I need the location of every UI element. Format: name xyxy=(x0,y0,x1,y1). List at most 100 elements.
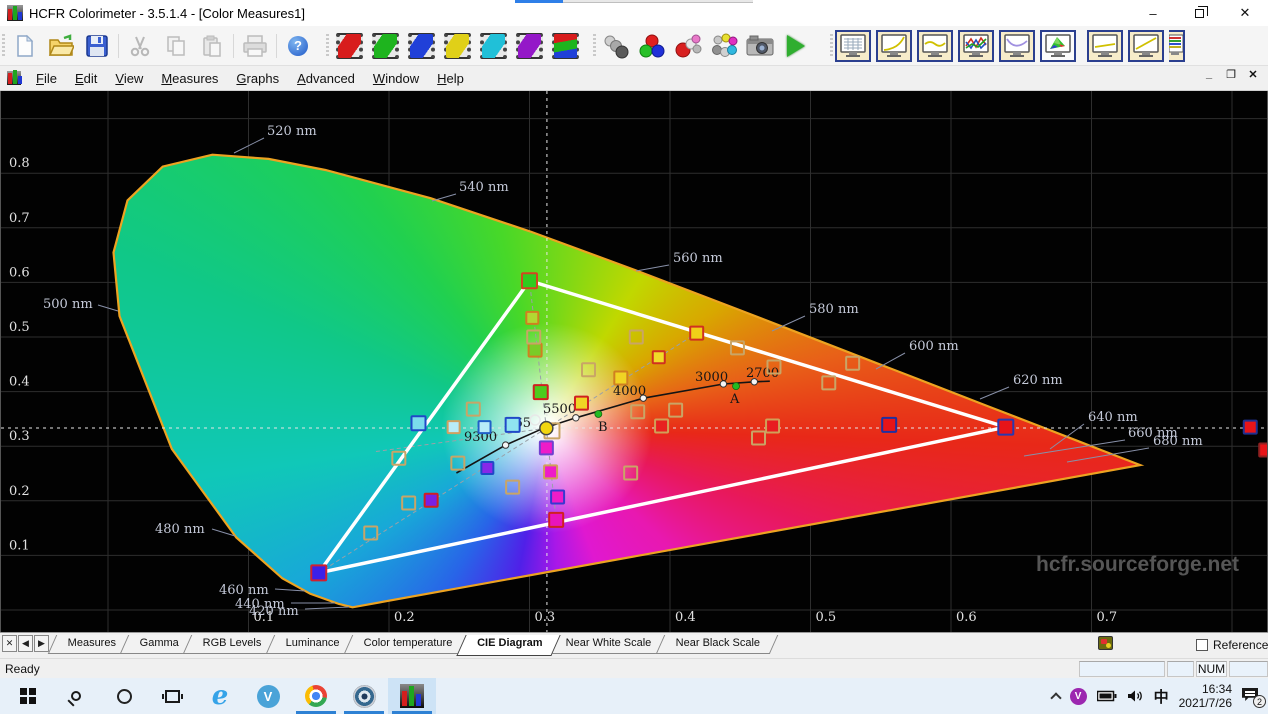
cie-diagram-view-button[interactable] xyxy=(1040,29,1076,62)
color-checker-measure-button[interactable] xyxy=(706,30,742,62)
paste-button[interactable] xyxy=(194,30,230,62)
red-saturation-measure-button[interactable] xyxy=(670,30,706,62)
reference-checkbox[interactable]: Reference xyxy=(1196,638,1268,652)
rgb-filter-icon xyxy=(551,32,579,59)
mdi-restore-button[interactable]: ❐ xyxy=(1224,68,1238,81)
reference-target-marker xyxy=(821,375,837,391)
tab-scroll-left-button[interactable]: ◀ xyxy=(18,635,33,652)
menu-file[interactable]: File xyxy=(27,68,66,89)
near-black-view-button[interactable] xyxy=(1128,29,1164,62)
yellow-filter-icon xyxy=(443,32,471,59)
eye-app-button[interactable] xyxy=(340,678,388,714)
measure-marker xyxy=(538,440,554,456)
rgb-lines-monitor-icon xyxy=(963,33,989,57)
background-window-strip xyxy=(515,0,563,3)
minimize-button[interactable]: – xyxy=(1130,0,1176,26)
measure-marker xyxy=(477,420,492,435)
temperature-label: 5500 xyxy=(543,402,576,417)
tab-cie-diagram[interactable]: CIE Diagram xyxy=(455,635,561,656)
wavelength-leader-line xyxy=(875,352,906,370)
measure-marker xyxy=(480,461,495,476)
color-tracking-view-button[interactable] xyxy=(958,29,994,62)
task-view-button[interactable] xyxy=(148,678,196,714)
eye-app-icon xyxy=(352,684,376,708)
menu-graphs[interactable]: Graphs xyxy=(227,68,288,89)
luminance-view-button[interactable] xyxy=(999,29,1035,62)
wavelength-label: 680 nm xyxy=(1153,434,1203,449)
menu-view[interactable]: View xyxy=(106,68,152,89)
wavelength-leader-line xyxy=(304,606,350,610)
menu-help[interactable]: Help xyxy=(428,68,473,89)
num-lock-indicator: NUM xyxy=(1196,661,1227,677)
print-button[interactable] xyxy=(237,30,273,62)
cut-button[interactable] xyxy=(122,30,158,62)
close-button[interactable]: ✕ xyxy=(1222,0,1268,26)
internet-explorer-button[interactable]: e xyxy=(196,678,244,714)
run-measures-button[interactable] xyxy=(778,30,814,62)
tray-v-icon[interactable]: V xyxy=(1069,687,1087,705)
hcfr-taskbar-button[interactable] xyxy=(388,678,436,714)
histogram-view-button-partial[interactable] xyxy=(1169,29,1185,62)
v-app-button[interactable]: V xyxy=(244,678,292,714)
chrome-button[interactable] xyxy=(292,678,340,714)
rgb-primaries-measure-button[interactable] xyxy=(634,30,670,62)
blue-pattern-button[interactable] xyxy=(403,30,439,62)
start-button[interactable] xyxy=(4,678,52,714)
menu-advanced[interactable]: Advanced xyxy=(288,68,364,89)
measure-marker xyxy=(613,370,629,386)
measure-marker xyxy=(527,342,543,358)
wavelength-label: 540 nm xyxy=(459,180,509,195)
save-button[interactable] xyxy=(79,30,115,62)
tab-near-white-scale[interactable]: Near White Scale xyxy=(545,635,670,654)
copy-icon xyxy=(167,35,185,56)
yellow-pattern-button[interactable] xyxy=(439,30,475,62)
rgb-pattern-button[interactable] xyxy=(547,30,583,62)
search-button[interactable] xyxy=(52,678,100,714)
menu-edit[interactable]: Edit xyxy=(66,68,106,89)
help-button[interactable]: ? xyxy=(280,30,316,62)
capture-button[interactable] xyxy=(742,30,778,62)
tray-expand-icon[interactable] xyxy=(1049,692,1062,704)
battery-icon[interactable] xyxy=(1096,690,1117,702)
mdi-minimize-button[interactable]: _ xyxy=(1202,68,1216,81)
rgb-levels-view-button[interactable] xyxy=(917,29,953,62)
hcfr-app-icon xyxy=(7,5,23,21)
reference-target-marker xyxy=(465,401,481,417)
measure-marker xyxy=(550,489,566,505)
multi-spheres-icon xyxy=(712,33,738,57)
tab-color-temperature[interactable]: Color temperature xyxy=(343,635,471,654)
red-pattern-button[interactable] xyxy=(331,30,367,62)
cortana-button[interactable] xyxy=(100,678,148,714)
tab-close-button[interactable]: ✕ xyxy=(2,635,17,652)
menu-window[interactable]: Window xyxy=(364,68,428,89)
taskbar-clock[interactable]: 16:34 2021/7/26 xyxy=(1179,682,1232,710)
measures-grid-view-button[interactable] xyxy=(835,29,871,62)
status-panel-1 xyxy=(1079,661,1165,677)
open-button[interactable] xyxy=(43,30,79,62)
measure-marker xyxy=(310,564,328,582)
measure-marker xyxy=(423,492,439,508)
white-point-marker xyxy=(539,420,554,436)
cyan-pattern-button[interactable] xyxy=(475,30,511,62)
menu-measures[interactable]: Measures xyxy=(152,68,227,89)
copy-button[interactable] xyxy=(158,30,194,62)
reference-target-marker xyxy=(751,430,767,446)
speaker-icon[interactable] xyxy=(1127,689,1144,703)
windows-taskbar: e V V 中 16:34 2021/7/26 2 xyxy=(0,678,1268,714)
ime-indicator[interactable]: 中 xyxy=(1154,686,1169,707)
tab-near-black-scale[interactable]: Near Black Scale xyxy=(655,635,779,654)
new-button[interactable] xyxy=(7,30,43,62)
near-white-view-button[interactable] xyxy=(1087,29,1123,62)
restore-button[interactable] xyxy=(1176,0,1222,26)
gamma-view-button[interactable] xyxy=(876,29,912,62)
green-pattern-button[interactable] xyxy=(367,30,403,62)
mdi-close-button[interactable]: ✕ xyxy=(1246,68,1260,81)
watermark-text: hcfr.sourceforge.net xyxy=(1036,553,1239,576)
magenta-pattern-button[interactable] xyxy=(511,30,547,62)
checkbox-icon[interactable] xyxy=(1196,639,1208,651)
notification-button[interactable]: 2 xyxy=(1242,687,1266,708)
gray-scale-measure-button[interactable] xyxy=(598,30,634,62)
status-bar: Ready NUM xyxy=(0,658,1268,678)
tab-scroll-right-button[interactable]: ▶ xyxy=(34,635,49,652)
measure-marker xyxy=(525,310,540,325)
